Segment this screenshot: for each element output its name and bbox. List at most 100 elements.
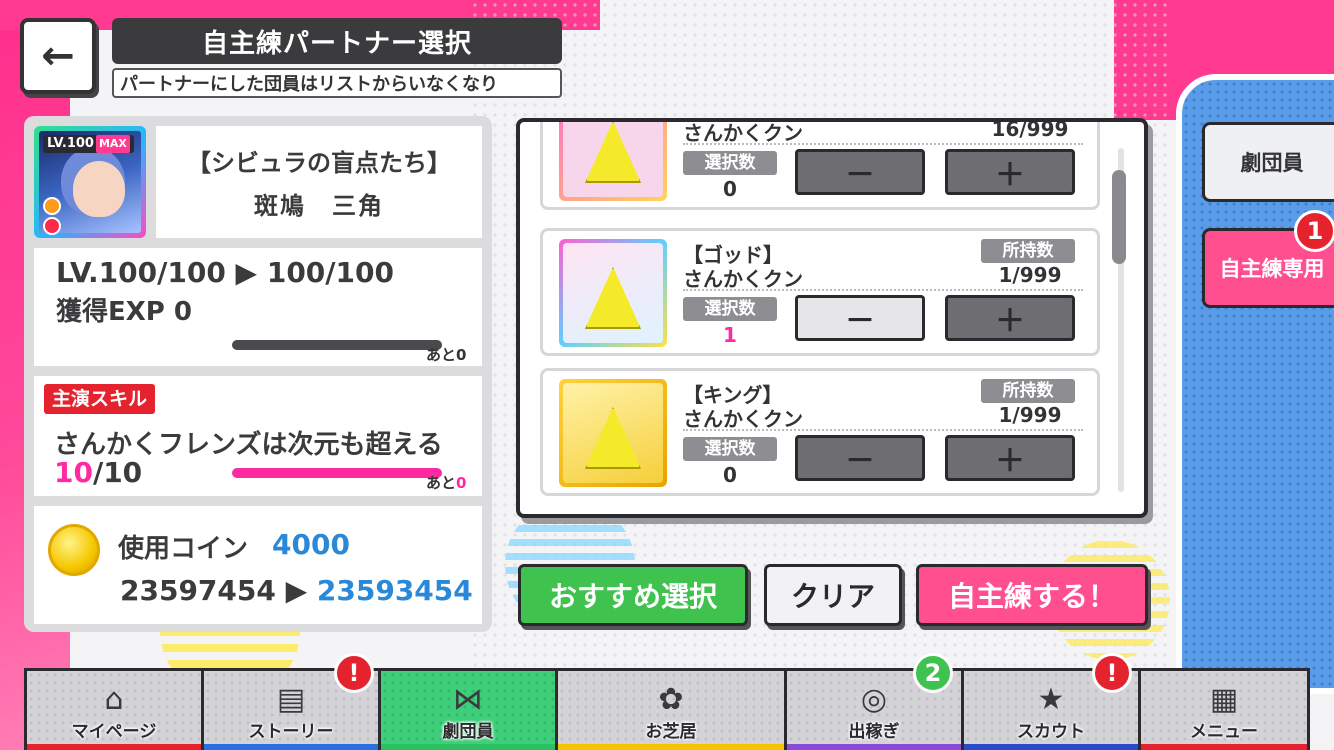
star-badge-icon: ★ [1037,682,1065,717]
select-label: 選択数 [683,297,777,321]
nav-label: スカウト [1017,722,1085,742]
owned-count: 1/999 [998,263,1062,287]
increment-button[interactable]: ＋ [945,149,1075,195]
list-item: 【キング】 さんかくクン 所持数 1/999 選択数 0 － ＋ [540,368,1100,496]
exp-text: 獲得EXP 0 [56,297,193,327]
skill-remain: あと0 [426,472,466,493]
owned-count: 16/999 [991,118,1069,141]
select-count: 0 [723,177,737,201]
divider [683,143,1083,145]
sankakukun-icon [585,122,641,183]
count-badge: 2 [913,653,953,693]
tab-members[interactable]: 劇団員 [1202,122,1334,202]
coin-cost: 4000 [272,528,350,561]
character-name: 斑鳩 三角 [254,192,384,220]
exp-remain: あと0 [426,346,467,364]
item-image [563,243,663,343]
nav-color-bar [964,744,1138,750]
coin-after: 23593454 [316,574,473,607]
notification-badge: 1 [1294,210,1334,252]
coin-box: 使用コイン 4000 23597454 ▶ 23593454 [34,506,482,624]
skill-box: 主演スキル さんかくフレンズは次元も超える 10/10 あと0 [34,376,482,496]
select-count: 1 [723,323,737,347]
level-badge-text: LV.100 [47,136,94,151]
coins-icon: ◎ [860,682,888,717]
nav-scout[interactable]: ★ スカウト ! [961,653,1141,750]
owned-count: 1/999 [998,403,1062,427]
nav-story[interactable]: ▤ ストーリー ! [201,653,381,750]
skill-level-current: 10 [54,456,93,489]
start-training-button[interactable]: 自主練する！ [916,564,1148,626]
decrement-button[interactable]: － [795,435,925,481]
nav-members[interactable]: ⋈ 劇団員 [378,668,558,750]
nav-color-bar [381,744,555,750]
owned-label: 所持数 [981,379,1075,403]
item-thumbnail[interactable] [559,239,667,347]
character-name-box: 【シビュラの盲点たち】 斑鳩 三角 [156,126,482,238]
attribute-icon [43,197,61,215]
character-face [73,161,125,217]
coin-label: 使用コイン [118,534,249,564]
nav-label: マイページ [71,722,157,742]
decrement-button[interactable]: － [795,295,925,341]
level-box: LV.100/100 ▶ 100/100 獲得EXP 0 あと0 [34,248,482,366]
select-label: 選択数 [683,437,777,461]
character-portrait[interactable]: LV.100 MAX [34,126,146,238]
back-button[interactable]: ← [20,18,96,94]
max-badge: MAX [95,135,130,153]
divider [683,289,1083,291]
nav-label: 劇団員 [442,722,494,742]
scrollbar-thumb[interactable] [1112,170,1126,264]
skill-level-max: /10 [92,456,143,489]
nav-mypage[interactable]: ⌂ マイページ [24,668,204,750]
arrow-icon: ▶ [275,574,317,607]
decrement-button[interactable]: － [795,149,925,195]
list-item: 【ゴッド】 さんかくクン 所持数 1/999 選択数 1 － ＋ [540,228,1100,356]
coin-icon [48,524,100,576]
skill-remain-value: 0 [456,474,467,492]
nav-menu[interactable]: ▦ メニュー [1138,668,1310,750]
partner-item-list[interactable]: さんかくクン 16/999 選択数 0 － ＋ 【ゴッド】 さんかくクン 所持数… [516,118,1148,518]
home-icon: ⌂ [104,682,124,717]
nav-color-bar [558,744,784,750]
bottom-navigation: ⌂ マイページ ▤ ストーリー ! ⋈ 劇団員 ✿ お芝居 ◎ 出稼ぎ 2 ★ … [24,653,1310,750]
character-image: LV.100 MAX [39,131,141,235]
skill-level: 10/10 [54,456,142,489]
book-icon: ▤ [276,682,306,717]
nav-label: メニュー [1190,722,1258,742]
recommend-select-button[interactable]: おすすめ選択 [518,564,748,626]
rarity-icon [43,217,61,235]
page-title: 自主練パートナー選択 [112,18,562,64]
select-count: 0 [723,463,737,487]
item-name: さんかくクン [683,267,803,291]
divider [683,429,1083,431]
nav-dekasegi[interactable]: ◎ 出稼ぎ 2 [784,653,964,750]
item-thumbnail[interactable] [559,379,667,487]
list-item: さんかくクン 16/999 選択数 0 － ＋ [540,118,1100,210]
exp-bar-fill [232,340,442,350]
back-arrow-icon: ← [41,33,75,79]
item-name: さんかくクン [683,121,803,145]
ribbon-icon: ⋈ [453,682,483,717]
nav-color-bar [1141,744,1307,750]
nav-color-bar [204,744,378,750]
increment-button[interactable]: ＋ [945,435,1075,481]
skill-remain-prefix: あと [426,474,457,492]
item-name: さんかくクン [683,407,803,431]
level-text: LV.100/100 ▶ 100/100 [56,256,394,289]
increment-button[interactable]: ＋ [945,295,1075,341]
nav-color-bar [27,744,201,750]
sankakukun-icon [585,407,641,469]
character-title: 【シビュラの盲点たち】 [187,149,451,177]
clear-button[interactable]: クリア [764,564,902,626]
page-subtitle: パートナーにした団員はリストからいなくなり [112,68,562,98]
grid-icon: ▦ [1209,682,1239,717]
level-badge: LV.100 MAX [43,135,134,153]
nav-play[interactable]: ✿ お芝居 [555,668,787,750]
stage-icon: ✿ [658,682,684,717]
alert-badge: ! [334,653,374,693]
nav-label: お芝居 [645,722,697,742]
item-thumbnail[interactable] [559,122,667,201]
nav-color-bar [787,744,961,750]
owned-label: 所持数 [981,239,1075,263]
